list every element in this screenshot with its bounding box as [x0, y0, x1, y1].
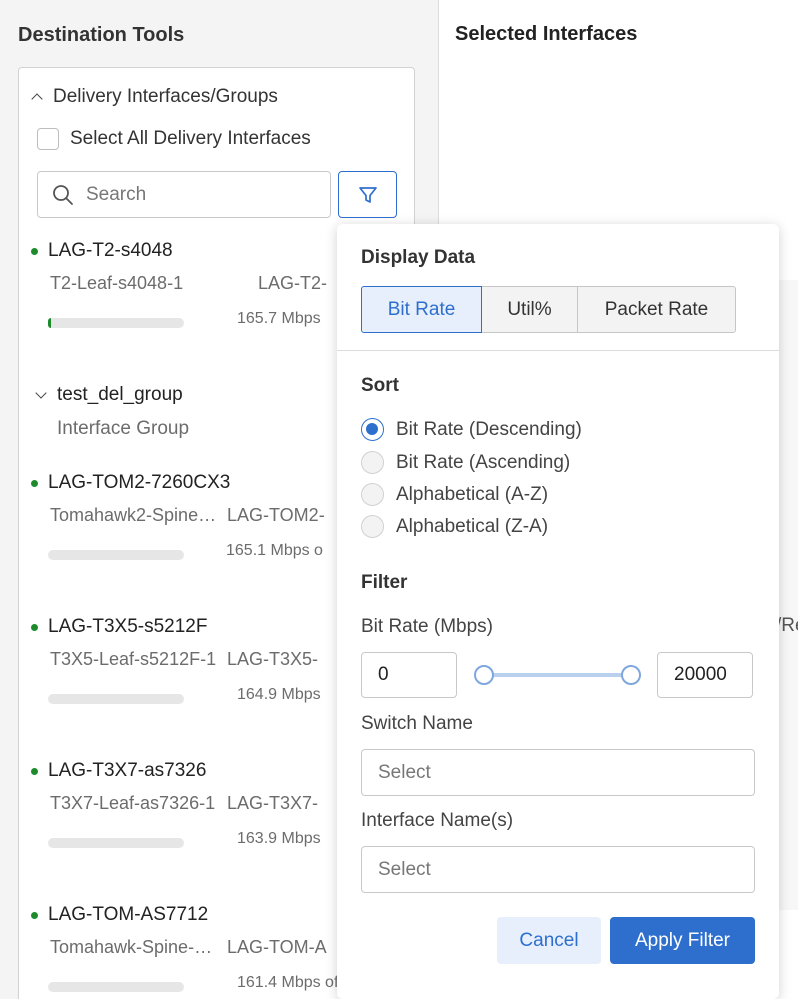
interface-group-item[interactable]: test_del_group Interface Group [35, 384, 189, 439]
switch-name-select[interactable]: Select [361, 749, 755, 796]
switch-name-label: Switch Name [361, 713, 473, 734]
select-all-row[interactable]: Select All Delivery Interfaces [37, 128, 311, 150]
sort-option[interactable]: Alphabetical (Z-A) [361, 515, 548, 538]
bit-rate-min-input[interactable]: 0 [361, 652, 457, 698]
interface-name: LAG-T3X5-s5212F [48, 616, 208, 637]
utilization-bar [48, 838, 184, 848]
sort-option-label: Bit Rate (Ascending) [396, 451, 571, 473]
sort-option[interactable]: Alphabetical (A-Z) [361, 483, 548, 506]
sort-option[interactable]: Bit Rate (Descending) [361, 418, 582, 441]
filter-popover: Display Data Bit Rate Util% Packet Rate … [337, 224, 779, 999]
chevron-up-icon[interactable] [31, 93, 43, 105]
slider-min-handle[interactable] [474, 665, 494, 685]
radio[interactable] [361, 451, 384, 474]
filter-label: Filter [361, 572, 408, 593]
radio[interactable] [361, 515, 384, 538]
slider-max-handle[interactable] [621, 665, 641, 685]
chevron-down-icon[interactable] [35, 387, 47, 399]
status-dot-icon [31, 623, 38, 631]
bit-rate-max-input[interactable]: 20000 [657, 652, 753, 698]
panel-title: Destination Tools [18, 24, 185, 46]
interface-port: LAG-T3X7- [227, 793, 319, 813]
select-all-label: Select All Delivery Interfaces [70, 128, 311, 149]
status-dot-icon [31, 247, 38, 255]
interface-port: LAG-TOM2- [227, 505, 325, 525]
group-name: test_del_group [57, 384, 183, 405]
divider [337, 350, 779, 351]
apply-filter-button[interactable]: Apply Filter [610, 917, 755, 964]
switch-name: Tomahawk2-Spine-7260CX3 [50, 505, 218, 525]
interface-name: LAG-TOM-AS7712 [48, 904, 209, 925]
interface-port: LAG-TOM-A [227, 937, 327, 957]
interface-names-label: Interface Name(s) [361, 810, 514, 831]
group-type: Interface Group [57, 418, 190, 439]
interface-port: LAG-T2- [258, 273, 328, 293]
interface-name: LAG-T2-s4048 [48, 240, 173, 261]
rate-text: 165.7 Mbps [237, 310, 321, 327]
display-data-toggle: Bit Rate Util% Packet Rate [361, 286, 736, 333]
sort-label: Sort [361, 375, 399, 396]
filter-button[interactable] [338, 171, 397, 218]
interface-name: LAG-T3X7-as7326 [48, 760, 207, 781]
display-option-packet-rate[interactable]: Packet Rate [577, 286, 736, 333]
selected-interfaces-title: Selected Interfaces [455, 23, 638, 45]
rate-text: 164.9 Mbps [237, 686, 321, 703]
utilization-bar [48, 550, 184, 560]
interface-names-select[interactable]: Select [361, 846, 755, 893]
partial-label: /Re [776, 615, 798, 636]
rate-text: 165.1 Mbps o [226, 542, 323, 559]
bit-rate-label: Bit Rate (Mbps) [361, 616, 493, 637]
utilization-bar [48, 982, 184, 992]
display-option-util[interactable]: Util% [480, 286, 579, 333]
cancel-button[interactable]: Cancel [497, 917, 601, 964]
status-dot-icon [31, 479, 38, 487]
section-title: Delivery Interfaces/Groups [53, 86, 278, 107]
status-dot-icon [31, 911, 38, 919]
utilization-bar [48, 694, 184, 704]
switch-name: T3X5-Leaf-s5212F-1 [50, 649, 217, 669]
display-data-label: Display Data [361, 247, 476, 268]
switch-name: T3X7-Leaf-as7326-1 [50, 793, 216, 813]
search-field[interactable] [37, 171, 331, 218]
sort-option-label: Alphabetical (Z-A) [396, 515, 549, 537]
section-header[interactable]: Delivery Interfaces/Groups [31, 86, 278, 108]
select-all-checkbox[interactable] [37, 128, 59, 150]
sort-option[interactable]: Bit Rate (Ascending) [361, 451, 570, 474]
status-dot-icon [31, 767, 38, 775]
bit-rate-slider-track[interactable] [484, 673, 631, 677]
switch-name: T2-Leaf-s4048-1 [50, 273, 184, 293]
search-icon [53, 184, 73, 205]
interface-port: LAG-T3X5- [227, 649, 319, 669]
radio-selected[interactable] [361, 418, 384, 441]
radio[interactable] [361, 483, 384, 506]
display-option-bit-rate[interactable]: Bit Rate [361, 286, 482, 333]
utilization-bar [48, 318, 184, 328]
search-input[interactable] [86, 183, 306, 206]
switch-name: Tomahawk-Spine-AS7712 [50, 937, 218, 957]
sort-option-label: Alphabetical (A-Z) [396, 483, 549, 505]
rate-text: 163.9 Mbps [237, 830, 321, 847]
sort-option-label: Bit Rate (Descending) [396, 418, 582, 440]
filter-icon [358, 186, 377, 203]
interface-name: LAG-TOM2-7260CX3 [48, 472, 231, 493]
